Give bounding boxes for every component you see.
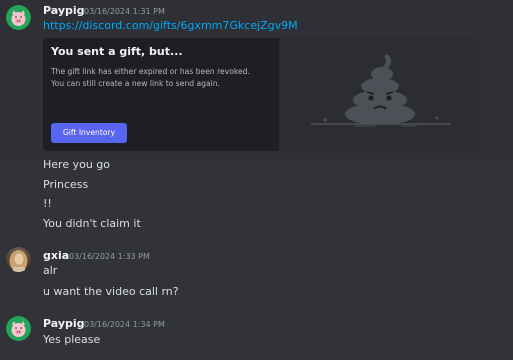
message-text: Yes please — [43, 333, 101, 346]
gift-embed-content: You sent a gift, but... The gift link ha… — [43, 38, 279, 151]
message-text: alr — [43, 264, 58, 277]
gift-embed-description-line: The gift link has either expired or has … — [51, 67, 250, 76]
gxia-avatar[interactable] — [6, 247, 31, 272]
message-author[interactable]: Paypig — [43, 4, 85, 17]
message-timestamp: 03/16/2024 1:34 PM — [84, 320, 165, 329]
gift-embed-title: You sent a gift, but... — [51, 45, 183, 58]
message-author[interactable]: gxia — [43, 249, 69, 262]
pig-avatar-icon[interactable] — [6, 5, 31, 30]
message-text: u want the video call rn? — [43, 285, 179, 298]
gift-link[interactable]: https://discord.com/gifts/6gxmm7GkcejZgv… — [43, 19, 298, 32]
sad-poop-icon — [305, 52, 455, 146]
pig-avatar-icon[interactable] — [6, 316, 31, 341]
gift-embed-description-line: You can still create a new link to send … — [51, 79, 220, 88]
message-timestamp: 03/16/2024 1:31 PM — [84, 7, 165, 16]
message-timestamp: 03/16/2024 1:33 PM — [69, 252, 150, 261]
message-text: Here you go — [43, 158, 111, 171]
message-text: You didn't claim it — [43, 217, 141, 230]
chat-message-list: Paypig 03/16/2024 1:31 PM https://discor… — [0, 0, 513, 360]
message-text: !! — [43, 197, 52, 210]
message-text: Princess — [43, 178, 89, 191]
gift-inventory-button[interactable]: Gift Inventory — [51, 123, 127, 143]
gift-embed-description: The gift link has either expired or has … — [51, 66, 281, 90]
message-author[interactable]: Paypig — [43, 317, 85, 330]
gift-embed-card: You sent a gift, but... The gift link ha… — [43, 38, 480, 151]
